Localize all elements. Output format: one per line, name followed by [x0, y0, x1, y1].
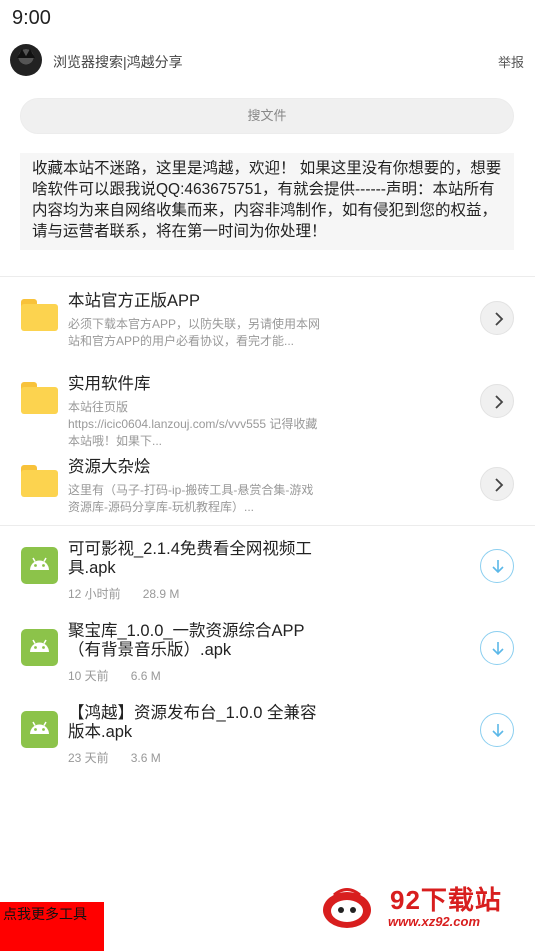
- file-size: 6.6 M: [130, 669, 161, 683]
- folder-item[interactable]: 资源大杂烩 这里有（马子-打码-ip-搬砖工具-悬赏合集-游戏资源库-源码分享库…: [0, 451, 535, 533]
- status-bar: 9:00: [0, 0, 535, 38]
- report-link[interactable]: 举报: [498, 52, 524, 71]
- file-meta: 10 天前 6.6 M: [68, 667, 161, 684]
- share-title: 浏览器搜索|鸿越分享: [53, 54, 183, 70]
- share-header: 浏览器搜索|鸿越分享 举报: [0, 40, 535, 84]
- watermark-name: 92下载站: [390, 885, 502, 915]
- file-time: 12 小时前: [68, 587, 121, 601]
- chevron-right-icon[interactable]: [480, 467, 514, 501]
- avatar[interactable]: [10, 44, 42, 76]
- android-icon: [21, 711, 58, 748]
- file-size: 28.9 M: [142, 587, 180, 601]
- download-icon[interactable]: [480, 549, 514, 583]
- file-name: 【鸿越】资源发布台_1.0.0 全兼容版本.apk: [68, 704, 317, 741]
- folder-desc: 必须下载本官方APP，以防失联，另请使用本网站和官方APP的用户必看协议，看完才…: [68, 317, 321, 348]
- file-item[interactable]: 聚宝库_1.0.0_一款资源综合APP（有背景音乐版）.apk 10 天前 6.6…: [0, 615, 535, 697]
- folder-icon: [21, 465, 58, 497]
- file-meta: 23 天前 3.6 M: [68, 749, 161, 766]
- search-input[interactable]: 搜文件: [20, 98, 514, 134]
- status-time: 9:00: [12, 7, 51, 29]
- folder-title: 资源大杂烩: [68, 458, 151, 476]
- folder-item[interactable]: 实用软件库 本站往页版 https://icic0604.lanzouj.com…: [0, 368, 535, 450]
- folder-item[interactable]: 本站官方正版APP 必须下载本官方APP，以防失联，另请使用本网站和官方APP的…: [0, 285, 535, 367]
- folder-title: 实用软件库: [68, 375, 151, 393]
- divider: [0, 525, 535, 526]
- folder-icon: [21, 299, 58, 331]
- android-icon: [21, 629, 58, 666]
- chevron-right-icon[interactable]: [480, 384, 514, 418]
- folder-title: 本站官方正版APP: [68, 292, 201, 310]
- more-tools-button[interactable]: 点我更多工具: [0, 902, 104, 951]
- file-time: 10 天前: [68, 669, 109, 683]
- download-icon[interactable]: [480, 713, 514, 747]
- chevron-right-icon[interactable]: [480, 301, 514, 335]
- file-time: 23 天前: [68, 751, 109, 765]
- folder-icon: [21, 382, 58, 414]
- folder-desc: 这里有（马子-打码-ip-搬砖工具-悬赏合集-游戏资源库-源码分享库-玩机教程库…: [68, 483, 314, 514]
- file-size: 3.6 M: [130, 751, 161, 765]
- file-meta: 12 小时前 28.9 M: [68, 585, 179, 602]
- file-item[interactable]: 可可影视_2.1.4免费看全网视频工具.apk 12 小时前 28.9 M: [0, 533, 535, 615]
- notice-text: 收藏本站不迷路，这里是鸿越，欢迎！ 如果这里没有你想要的，想要啥软件可以跟我说Q…: [20, 153, 514, 250]
- file-item[interactable]: 【鸿越】资源发布台_1.0.0 全兼容版本.apk 23 天前 3.6 M: [0, 697, 535, 779]
- divider: [0, 276, 535, 277]
- file-name: 聚宝库_1.0.0_一款资源综合APP（有背景音乐版）.apk: [68, 622, 305, 659]
- file-name: 可可影视_2.1.4免费看全网视频工具.apk: [68, 540, 312, 577]
- watermark-url: www.xz92.com: [388, 914, 480, 929]
- watermark-logo-icon: [323, 888, 371, 928]
- download-icon[interactable]: [480, 631, 514, 665]
- folder-desc: 本站往页版 https://icic0604.lanzouj.com/s/vvv…: [68, 400, 318, 448]
- android-icon: [21, 547, 58, 584]
- watermark: 92下载站 www.xz92.com: [318, 872, 528, 932]
